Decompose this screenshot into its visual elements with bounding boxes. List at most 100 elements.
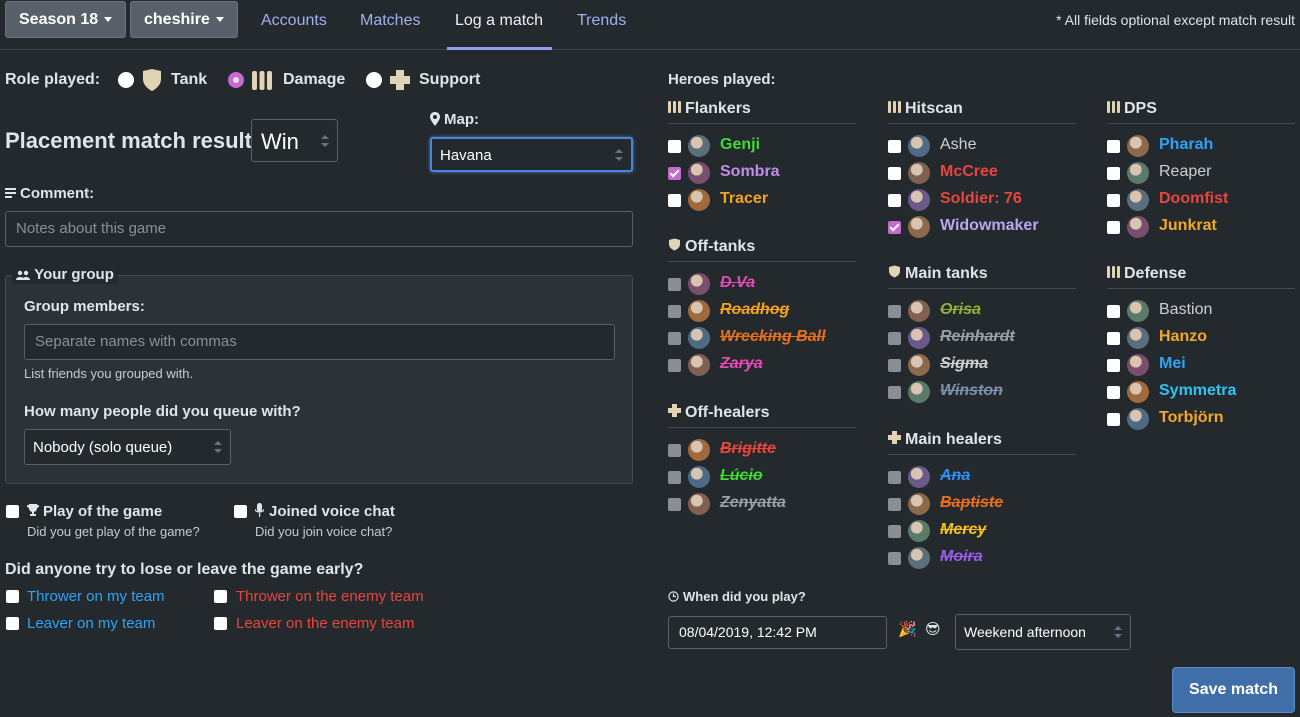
hero-portrait-icon [908,547,930,569]
comment-input[interactable]: Notes about this game [5,211,633,247]
hero-checkbox[interactable] [888,359,901,372]
hero-checkbox[interactable] [668,498,681,511]
when-label: When did you play? [683,589,806,604]
hero-checkbox[interactable] [668,167,681,180]
hero-portrait-icon [908,216,930,238]
save-match-button[interactable]: Save match [1172,667,1295,713]
role-support-radio[interactable] [366,72,382,88]
tab-accounts[interactable]: Accounts [261,12,327,30]
hero-row-winston[interactable]: Winston [888,381,1068,403]
hero-checkbox[interactable] [888,140,901,153]
hero-name: Bastion [1159,301,1213,318]
hero-row-zenyatta[interactable]: Zenyatta [668,493,848,515]
map-select[interactable]: Havana [430,137,633,172]
hero-row-brigitte[interactable]: Brigitte [668,439,848,461]
hero-checkbox[interactable] [668,305,681,318]
leaver-enemy-checkbox[interactable] [214,617,227,630]
hero-row-widowmaker[interactable]: Widowmaker [888,216,1068,238]
hero-checkbox[interactable] [888,167,901,180]
tab-log-a-match[interactable]: Log a match [455,12,543,30]
hero-checkbox[interactable] [668,140,681,153]
voice-checkbox[interactable] [234,505,247,518]
hero-row-sigma[interactable]: Sigma [888,354,1068,376]
hero-row-mei[interactable]: Mei [1107,354,1287,376]
thrower-mine-checkbox[interactable] [6,590,19,603]
hero-checkbox[interactable] [888,194,901,207]
hero-checkbox[interactable] [668,471,681,484]
hero-checkbox[interactable] [1107,167,1120,180]
hero-checkbox[interactable] [888,525,901,538]
hero-checkbox[interactable] [668,332,681,345]
hero-row-reaper[interactable]: Reaper [1107,162,1287,184]
hero-row-moira[interactable]: Moira [888,547,1068,569]
hero-row-zarya[interactable]: Zarya [668,354,848,376]
hero-row-sombra[interactable]: Sombra [668,162,848,184]
hero-row-reinhardt[interactable]: Reinhardt [888,327,1068,349]
datetime-input[interactable]: 08/04/2019, 12:42 PM [668,616,887,649]
hero-row-mercy[interactable]: Mercy [888,520,1068,542]
hero-checkbox[interactable] [888,221,901,234]
hero-checkbox[interactable] [668,194,681,207]
hero-checkbox[interactable] [888,552,901,565]
queue-select[interactable]: Nobody (solo queue) [24,429,231,465]
role-damage-radio[interactable] [228,72,244,88]
hero-checkbox[interactable] [888,498,901,511]
group-members-input[interactable]: Separate names with commas [24,324,615,360]
hero-row-ashe[interactable]: Ashe [888,135,1068,157]
hero-row-genji[interactable]: Genji [668,135,848,157]
hero-row-torbj-rn[interactable]: Torbjörn [1107,408,1287,430]
thrower-enemy-checkbox[interactable] [214,590,227,603]
hero-portrait-icon [1127,381,1149,403]
hero-checkbox[interactable] [888,305,901,318]
hero-row-doomfist[interactable]: Doomfist [1107,189,1287,211]
hero-checkbox[interactable] [888,386,901,399]
hero-checkbox[interactable] [1107,194,1120,207]
hero-row-ana[interactable]: Ana [888,466,1068,488]
hero-row-mccree[interactable]: McCree [888,162,1068,184]
result-select[interactable]: Win [251,119,338,162]
hero-row-wrecking-ball[interactable]: Wrecking Ball [668,327,848,349]
bullets-icon [1107,265,1120,282]
hero-name: Brigitte [720,440,776,457]
role-tank-radio[interactable] [118,72,134,88]
hero-row-orisa[interactable]: Orisa [888,300,1068,322]
season-dropdown[interactable]: Season 18 [5,1,127,38]
leaver-mine-checkbox[interactable] [6,617,19,630]
tab-matches[interactable]: Matches [360,12,420,30]
hero-checkbox[interactable] [888,332,901,345]
hero-group-divider [1107,123,1295,124]
hero-portrait-icon [908,300,930,322]
hero-portrait-icon [1127,135,1149,157]
hero-checkbox[interactable] [1107,359,1120,372]
hero-portrait-icon [688,439,710,461]
hero-name: Lúcio [720,467,763,484]
account-dropdown[interactable]: cheshire [130,1,238,38]
hero-row-l-cio[interactable]: Lúcio [668,466,848,488]
period-select[interactable]: Weekend afternoon [955,614,1131,650]
hero-row-junkrat[interactable]: Junkrat [1107,216,1287,238]
tab-trends[interactable]: Trends [577,12,626,30]
hero-checkbox[interactable] [1107,305,1120,318]
hero-checkbox[interactable] [888,471,901,484]
hero-checkbox[interactable] [668,359,681,372]
hero-row-tracer[interactable]: Tracer [668,189,848,211]
party-emoji: 🎉 [898,621,917,638]
hero-checkbox[interactable] [1107,332,1120,345]
hero-row-soldier-76[interactable]: Soldier: 76 [888,189,1068,211]
hero-checkbox[interactable] [668,278,681,291]
hero-row-roadhog[interactable]: Roadhog [668,300,848,322]
hero-checkbox[interactable] [1107,413,1120,426]
hero-checkbox[interactable] [1107,140,1120,153]
hero-row-symmetra[interactable]: Symmetra [1107,381,1287,403]
hero-row-baptiste[interactable]: Baptiste [888,493,1068,515]
hero-name: Tracer [720,190,769,207]
thrower-enemy-label: Thrower on the enemy team [236,588,424,605]
hero-checkbox[interactable] [668,444,681,457]
hero-row-hanzo[interactable]: Hanzo [1107,327,1287,349]
potg-checkbox[interactable] [6,505,19,518]
hero-row-d-va[interactable]: D.Va [668,273,848,295]
hero-row-bastion[interactable]: Bastion [1107,300,1287,322]
hero-row-pharah[interactable]: Pharah [1107,135,1287,157]
hero-checkbox[interactable] [1107,386,1120,399]
hero-checkbox[interactable] [1107,221,1120,234]
